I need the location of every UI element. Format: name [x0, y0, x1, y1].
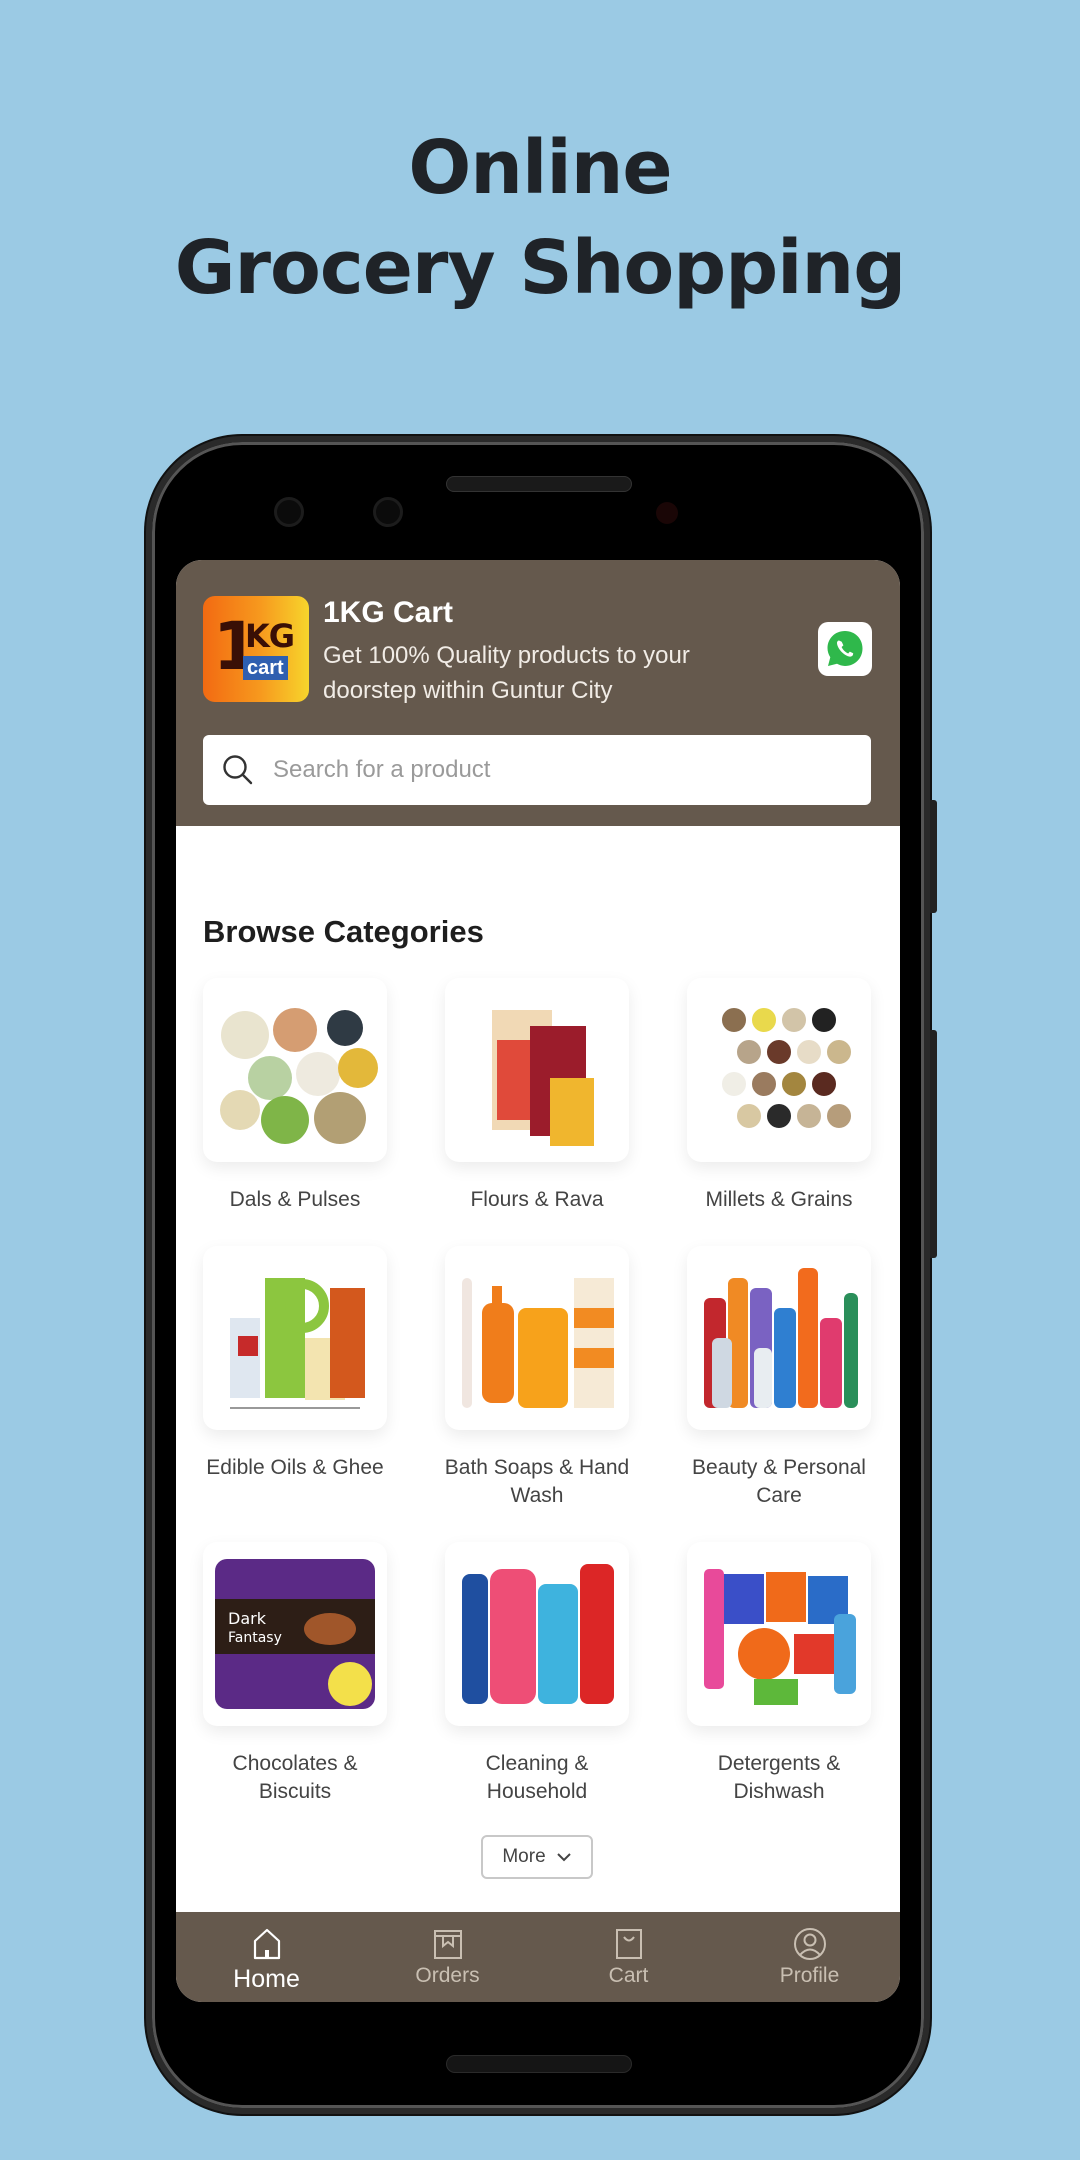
flours-rava-image-art	[492, 1010, 594, 1146]
category-tile[interactable]: Detergents & Dishwash	[664, 1542, 894, 1806]
category-label: Dals & Pulses	[229, 1188, 361, 1211]
chocolates-biscuits-image-art: Dark Fantasy	[215, 1559, 375, 1709]
phone-front-sensor	[373, 497, 403, 527]
category-card[interactable]: Flours & Rava	[422, 978, 652, 1214]
svg-text:Fantasy: Fantasy	[228, 1630, 282, 1646]
category-label: Flours & Rava	[470, 1188, 604, 1211]
millets-grains-image	[687, 978, 871, 1162]
logo-cart: cart	[243, 656, 288, 680]
profile-icon	[793, 1928, 826, 1960]
category-tile[interactable]: Dark Fantasy Chocolates & Biscuits	[180, 1542, 410, 1806]
dals-pulses-image	[203, 978, 387, 1162]
logo-kg: KG	[245, 617, 295, 655]
phone-front-camera	[274, 497, 304, 527]
cleaning-household-image	[445, 1542, 629, 1726]
more-label: More	[502, 1846, 546, 1867]
millets-grains-image-art	[720, 1006, 853, 1130]
headline-line-2: Grocery Shopping	[174, 225, 906, 311]
category-label: Chocolates & Biscuits	[232, 1752, 358, 1803]
app-title: 1KG Cart	[323, 596, 454, 629]
edible-oils-ghee-image-art	[230, 1278, 365, 1409]
bath-soaps-image	[445, 1246, 629, 1430]
category-tile[interactable]: Bath Soaps & Hand Wash	[422, 1246, 652, 1510]
category-tile[interactable]: Cleaning & Household	[422, 1542, 652, 1806]
nav-orders[interactable]: Orders	[357, 1912, 538, 2002]
home-icon	[253, 1928, 280, 1960]
nav-cart[interactable]: Cart	[538, 1912, 719, 2002]
app-logo: 1 KG cart	[203, 596, 309, 702]
edible-oils-ghee-image	[203, 1246, 387, 1430]
bath-soaps-image-art	[462, 1278, 614, 1408]
headline-line-1: Online	[408, 125, 672, 211]
category-tile[interactable]: Edible Oils & Ghee	[180, 1246, 410, 1482]
category-tile[interactable]: Millets & Grains	[664, 978, 894, 1214]
app-header: 1 KG cart 1KG Cart Get 100% Quality prod…	[176, 560, 900, 826]
category-card[interactable]: Millets & Grains	[664, 978, 894, 1214]
category-label: Cleaning & Household	[485, 1752, 589, 1803]
cart-icon	[615, 1929, 642, 1959]
whatsapp-button[interactable]	[818, 622, 872, 676]
category-card[interactable]: Bath Soaps & Hand Wash	[422, 1246, 652, 1510]
app-screen: 1 KG cart 1KG Cart Get 100% Quality prod…	[176, 560, 900, 2002]
bottom-navigation: Home Orders Cart Profile	[176, 1912, 900, 2002]
category-label: Bath Soaps & Hand Wash	[444, 1456, 630, 1507]
chevron-down-icon	[556, 1853, 571, 1862]
orders-icon	[433, 1930, 462, 1959]
phone-proximity-sensor	[656, 502, 678, 524]
more-categories-button[interactable]: More	[481, 1835, 593, 1879]
beauty-care-image	[687, 1246, 871, 1430]
promo-headline: Online Grocery Shopping	[0, 118, 1080, 318]
detergents-dishwash-image-art	[704, 1569, 856, 1705]
category-label: Edible Oils & Ghee	[206, 1456, 384, 1479]
nav-profile-label: Profile	[779, 1964, 840, 1987]
svg-text:Dark: Dark	[228, 1609, 267, 1628]
detergents-dishwash-image	[687, 1542, 871, 1726]
category-card[interactable]: Detergents & Dishwash	[664, 1542, 894, 1806]
whatsapp-icon	[827, 631, 863, 666]
beauty-care-image-art	[704, 1268, 858, 1408]
chocolates-biscuits-image: Dark Fantasy	[203, 1542, 387, 1726]
search-icon	[223, 755, 253, 785]
flours-rava-image	[445, 978, 629, 1162]
category-card[interactable]: Cleaning & Household	[422, 1542, 652, 1806]
phone-bottom-speaker	[446, 2055, 632, 2073]
phone-power-button	[930, 800, 937, 913]
search-input[interactable]	[273, 756, 833, 784]
phone-volume-button	[930, 1030, 937, 1258]
category-card[interactable]: Edible Oils & Ghee	[180, 1246, 410, 1482]
browse-categories-title: Browse Categories	[203, 914, 484, 949]
category-card[interactable]: Dark Fantasy Chocolates & Biscuits	[180, 1542, 410, 1806]
category-tile[interactable]: Beauty & Personal Care	[664, 1246, 894, 1510]
cleaning-household-image-art	[462, 1564, 614, 1704]
category-card[interactable]: Beauty & Personal Care	[664, 1246, 894, 1510]
category-label: Beauty & Personal Care	[692, 1456, 866, 1507]
phone-earpiece	[446, 476, 632, 492]
dals-pulses-image-art	[220, 1008, 378, 1144]
category-label: Millets & Grains	[705, 1188, 853, 1211]
category-tile[interactable]: Dals & Pulses	[180, 978, 410, 1214]
category-tile[interactable]: Flours & Rava	[422, 978, 652, 1214]
nav-profile[interactable]: Profile	[719, 1912, 900, 2002]
nav-cart-label: Cart	[608, 1964, 649, 1987]
app-tagline: Get 100% Quality products to your doorst…	[323, 642, 690, 704]
nav-home-label: Home	[233, 1965, 300, 1993]
category-card[interactable]: Dals & Pulses	[180, 978, 410, 1214]
search-bar[interactable]	[203, 735, 871, 805]
category-label: Detergents & Dishwash	[717, 1752, 841, 1803]
nav-home[interactable]: Home	[176, 1912, 357, 2002]
nav-orders-label: Orders	[415, 1964, 480, 1987]
